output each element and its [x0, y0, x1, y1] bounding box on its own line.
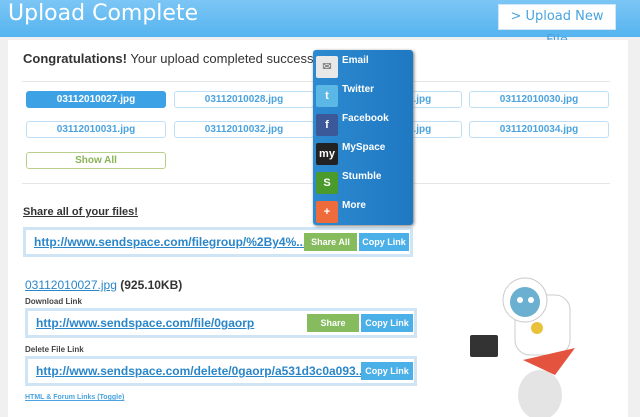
twitter-icon: t — [316, 85, 338, 107]
share-menu-popup: ✉ Email t Twitter f Facebook my MySpace S Stumble… — [313, 50, 413, 225]
share-menu-label: Email — [342, 55, 369, 66]
show-all-button[interactable]: Show All — [26, 152, 166, 169]
share-menu-label: Twitter — [342, 84, 375, 95]
share-menu-item-stumble[interactable]: S Stumble — [316, 169, 411, 195]
file-name-row: 03112010027.jpg (925.10KB) — [25, 278, 182, 292]
file-size: (925.10KB) — [120, 278, 183, 292]
share-menu-item-email[interactable]: ✉ Email — [316, 53, 411, 79]
facebook-icon: f — [316, 114, 338, 136]
header: Upload Complete > Upload New File — [0, 0, 640, 48]
congrats-bold: Congratulations! — [23, 51, 127, 66]
share-all-linkbox: http://www.sendspace.com/filegroup/%2By4… — [23, 227, 413, 257]
share-all-heading: Share all of your files! — [23, 206, 138, 218]
plus-icon: + — [316, 201, 338, 223]
delete-link[interactable]: http://www.sendspace.com/delete/0gaorp/a… — [36, 364, 366, 378]
share-button[interactable]: Share — [307, 314, 359, 332]
delete-linkbox: http://www.sendspace.com/delete/0gaorp/a… — [25, 356, 417, 386]
page-title: Upload Complete — [8, 1, 199, 26]
stumbleupon-icon: S — [316, 172, 338, 194]
congrats-message: Congratulations! Your upload completed s… — [23, 51, 337, 66]
download-linkbox: http://www.sendspace.com/file/0gaorp Sha… — [25, 308, 417, 338]
upload-new-file-button[interactable]: > Upload New File — [498, 4, 616, 48]
file-tab[interactable]: 03112010030.jpg — [469, 91, 609, 108]
download-link-label: Download Link — [25, 297, 82, 306]
file-name-link[interactable]: 03112010027.jpg — [25, 278, 117, 292]
email-icon: ✉ — [316, 56, 338, 78]
share-menu-label: MySpace — [342, 142, 386, 153]
download-link[interactable]: http://www.sendspace.com/file/0gaorp — [36, 316, 254, 330]
copy-link-button[interactable]: Copy Link — [361, 362, 413, 380]
congrats-text: Your upload completed successfully — [127, 51, 337, 66]
file-tab[interactable]: 03112010031.jpg — [26, 121, 166, 138]
file-tab[interactable]: 03112010032.jpg — [174, 121, 314, 138]
share-menu-item-facebook[interactable]: f Facebook — [316, 111, 411, 137]
myspace-icon: my — [316, 143, 338, 165]
share-menu-label: Facebook — [342, 113, 389, 124]
copy-link-button[interactable]: Copy Link — [361, 314, 413, 332]
html-forum-links-toggle[interactable]: HTML & Forum Links (Toggle) — [25, 394, 124, 401]
astronaut-mascot-illustration — [470, 277, 575, 417]
file-tab[interactable]: 03112010027.jpg — [26, 91, 166, 108]
share-menu-label: More — [342, 200, 366, 211]
file-tab[interactable]: 03112010034.jpg — [469, 121, 609, 138]
share-menu-item-myspace[interactable]: my MySpace — [316, 140, 411, 166]
share-menu-item-twitter[interactable]: t Twitter — [316, 82, 411, 108]
file-tab[interactable]: 03112010028.jpg — [174, 91, 314, 108]
filegroup-link[interactable]: http://www.sendspace.com/filegroup/%2By4… — [34, 235, 306, 249]
share-menu-item-more[interactable]: + More — [316, 198, 411, 224]
copy-link-button[interactable]: Copy Link — [359, 233, 409, 251]
share-all-button[interactable]: Share All — [304, 233, 357, 251]
delete-link-label: Delete File Link — [25, 345, 84, 354]
share-menu-label: Stumble — [342, 171, 382, 182]
